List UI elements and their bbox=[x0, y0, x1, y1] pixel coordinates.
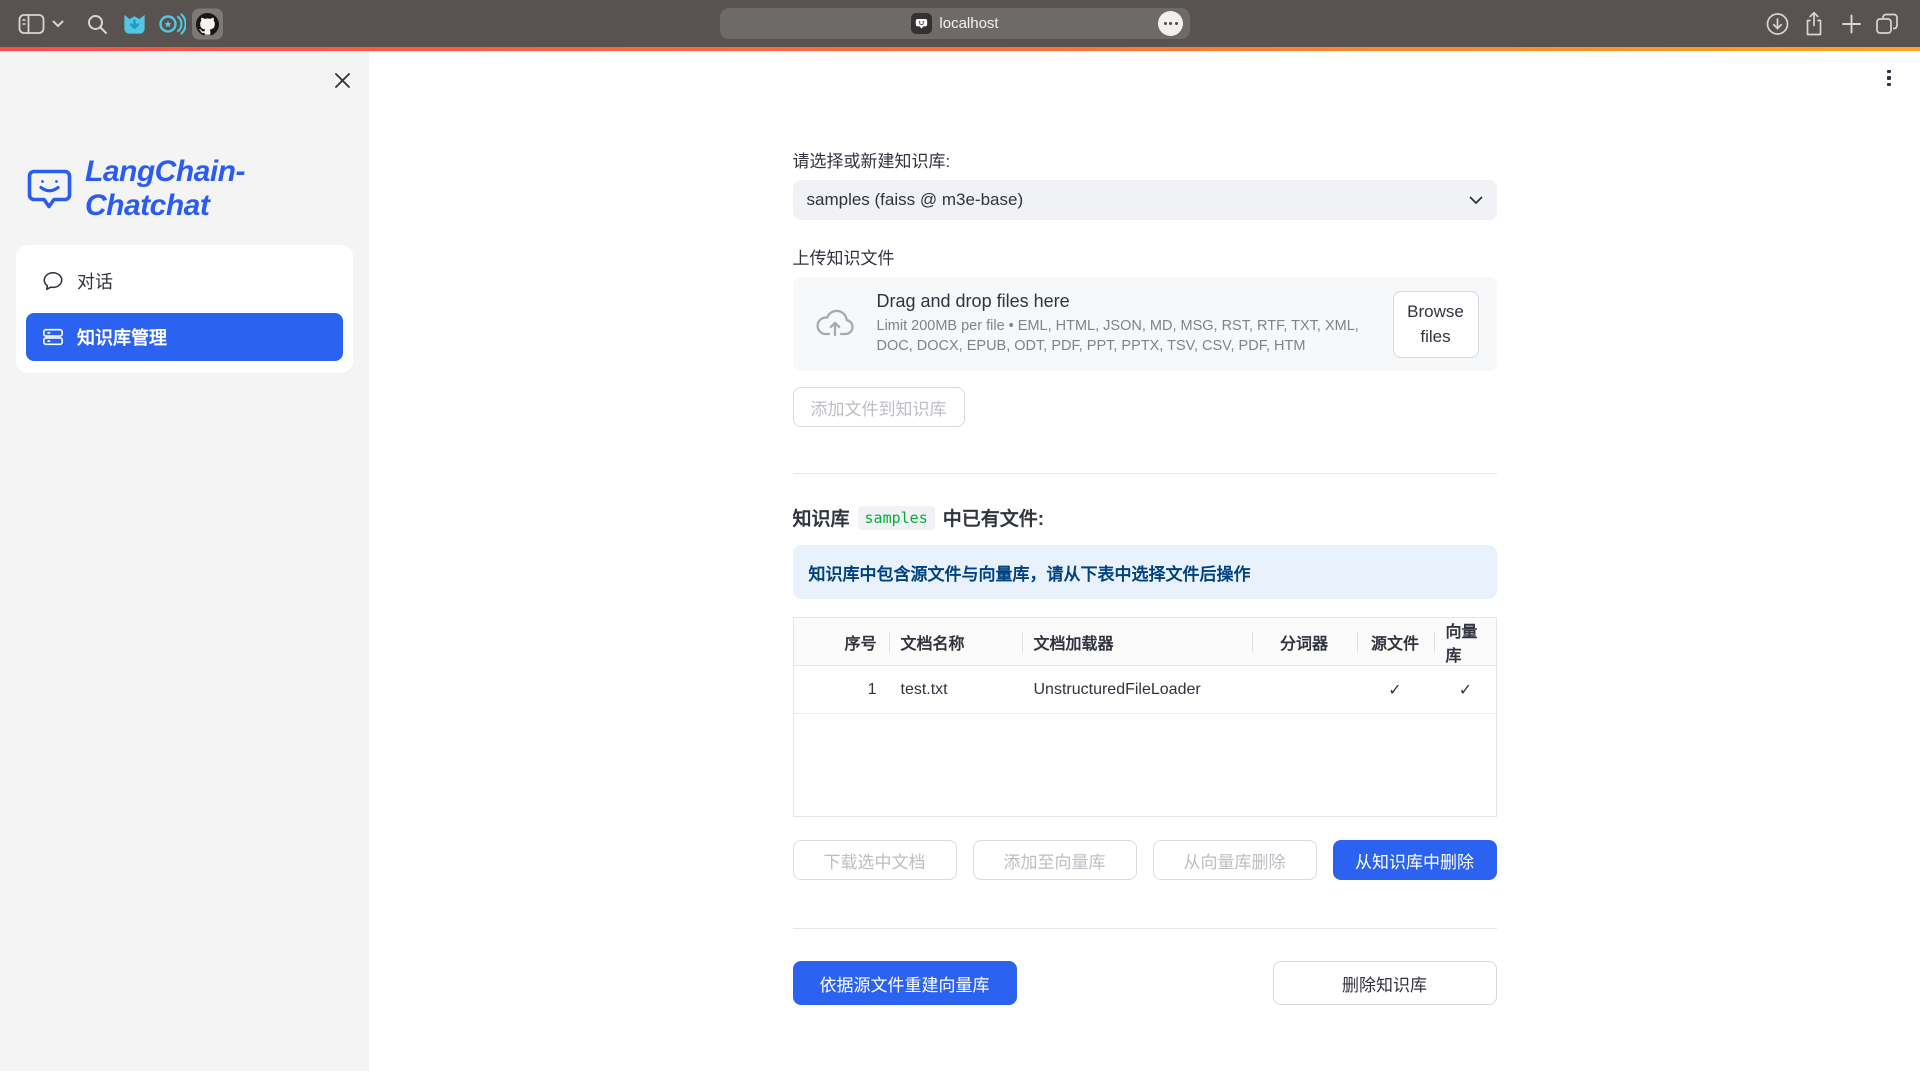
kb-select-label: 请选择或新建知识库: bbox=[793, 147, 1497, 172]
dropzone-limit: Limit 200MB per file • EML, HTML, JSON, … bbox=[877, 317, 1377, 356]
new-tab-icon[interactable] bbox=[1841, 13, 1862, 34]
info-banner: 知识库中包含源文件与向量库，请从下表中选择文件后操作 bbox=[793, 545, 1497, 599]
github-extension-icon[interactable] bbox=[192, 8, 223, 39]
upload-label: 上传知识文件 bbox=[793, 244, 1497, 269]
address-bar[interactable]: localhost bbox=[720, 8, 1190, 39]
download-icon[interactable] bbox=[1765, 11, 1790, 36]
chat-bubble-icon bbox=[42, 270, 64, 292]
kb-select[interactable]: samples (faiss @ m3e-base) bbox=[793, 180, 1497, 220]
dropzone-title: Drag and drop files here bbox=[877, 291, 1377, 312]
download-selected-button[interactable]: 下载选中文档 bbox=[793, 840, 957, 880]
add-to-vector-store-button[interactable]: 添加至向量库 bbox=[973, 840, 1137, 880]
chat-smiley-bubble-icon bbox=[26, 166, 73, 212]
col-header-loader[interactable]: 文档加载器 bbox=[1022, 618, 1252, 666]
files-table: 序号 文档名称 文档加载器 分词器 源文件 向量库 1 test.txt Uns… bbox=[793, 617, 1497, 817]
files-heading: 知识库 samples 中已有文件: bbox=[793, 504, 1497, 531]
chevron-down-icon[interactable] bbox=[52, 20, 64, 28]
tab-overview-icon[interactable] bbox=[1874, 12, 1900, 36]
address-url: localhost bbox=[939, 15, 998, 32]
close-icon[interactable] bbox=[327, 65, 357, 95]
kb-select-value: samples (faiss @ m3e-base) bbox=[807, 190, 1024, 210]
sidebar-menu: 对话 知识库管理 bbox=[16, 245, 353, 373]
app-logo-text: LangChain-Chatchat bbox=[85, 155, 369, 223]
col-header-index[interactable]: 序号 bbox=[794, 618, 889, 666]
files-heading-prefix: 知识库 bbox=[793, 504, 850, 531]
dropzone-text: Drag and drop files here Limit 200MB per… bbox=[877, 291, 1377, 356]
app-page: LangChain-Chatchat 对话 bbox=[0, 51, 1920, 1080]
sidebar-toggle-icon[interactable] bbox=[18, 12, 45, 36]
stack-icon bbox=[42, 326, 64, 348]
main-area: 请选择或新建知识库: samples (faiss @ m3e-base) 上传… bbox=[369, 51, 1920, 1080]
rings-extension-icon[interactable] bbox=[158, 11, 186, 37]
delete-kb-button[interactable]: 删除知识库 bbox=[1273, 961, 1497, 1005]
table-header-row: 序号 文档名称 文档加载器 分词器 源文件 向量库 bbox=[794, 618, 1496, 666]
cell-name: test.txt bbox=[889, 666, 1022, 713]
cell-index: 1 bbox=[794, 666, 889, 713]
sidebar-item-kb-management[interactable]: 知识库管理 bbox=[26, 313, 343, 361]
file-dropzone[interactable]: Drag and drop files here Limit 200MB per… bbox=[793, 277, 1497, 371]
sidebar-item-label: 对话 bbox=[77, 268, 113, 294]
table-row[interactable]: 1 test.txt UnstructuredFileLoader ✓ ✓ bbox=[794, 666, 1496, 714]
sidebar-item-dialogue[interactable]: 对话 bbox=[26, 257, 343, 305]
cell-vector-check: ✓ bbox=[1434, 666, 1498, 713]
cat-extension-icon[interactable] bbox=[121, 11, 148, 37]
cell-source-check: ✓ bbox=[1357, 666, 1434, 713]
files-heading-suffix: 中已有文件: bbox=[943, 504, 1044, 531]
delete-from-vector-store-button[interactable]: 从向量库删除 bbox=[1153, 840, 1317, 880]
row-actions: 下载选中文档 添加至向量库 从向量库删除 从知识库中删除 bbox=[793, 840, 1497, 880]
kb-actions: 依据源文件重建向量库 删除知识库 bbox=[793, 961, 1497, 1005]
cloud-upload-icon bbox=[815, 308, 855, 340]
browse-files-button[interactable]: Browse files bbox=[1393, 291, 1479, 358]
col-header-splitter[interactable]: 分词器 bbox=[1252, 618, 1357, 666]
divider bbox=[793, 473, 1497, 474]
cell-splitter bbox=[1252, 666, 1357, 713]
sidebar-item-label: 知识库管理 bbox=[77, 324, 167, 350]
delete-from-kb-button[interactable]: 从知识库中删除 bbox=[1333, 840, 1497, 880]
col-header-source[interactable]: 源文件 bbox=[1357, 618, 1434, 666]
divider bbox=[793, 928, 1497, 929]
sidebar: LangChain-Chatchat 对话 bbox=[0, 51, 369, 1080]
chevron-down-icon bbox=[1469, 196, 1483, 205]
col-header-name[interactable]: 文档名称 bbox=[889, 618, 1022, 666]
kb-management-content: 请选择或新建知识库: samples (faiss @ m3e-base) 上传… bbox=[793, 51, 1497, 1080]
add-files-to-kb-button[interactable]: 添加文件到知识库 bbox=[793, 387, 965, 427]
search-icon[interactable] bbox=[85, 12, 109, 36]
kebab-menu-icon[interactable] bbox=[1876, 63, 1902, 93]
site-favicon bbox=[911, 13, 932, 34]
rebuild-vector-store-button[interactable]: 依据源文件重建向量库 bbox=[793, 961, 1017, 1005]
ellipsis-badge-icon[interactable] bbox=[1158, 11, 1183, 36]
browser-toolbar: localhost bbox=[0, 0, 1920, 47]
col-header-vector[interactable]: 向量库 bbox=[1434, 618, 1498, 666]
app-logo: LangChain-Chatchat bbox=[0, 51, 369, 223]
share-icon[interactable] bbox=[1802, 10, 1826, 37]
cell-loader: UnstructuredFileLoader bbox=[1022, 666, 1252, 713]
kb-name-code: samples bbox=[858, 506, 935, 530]
